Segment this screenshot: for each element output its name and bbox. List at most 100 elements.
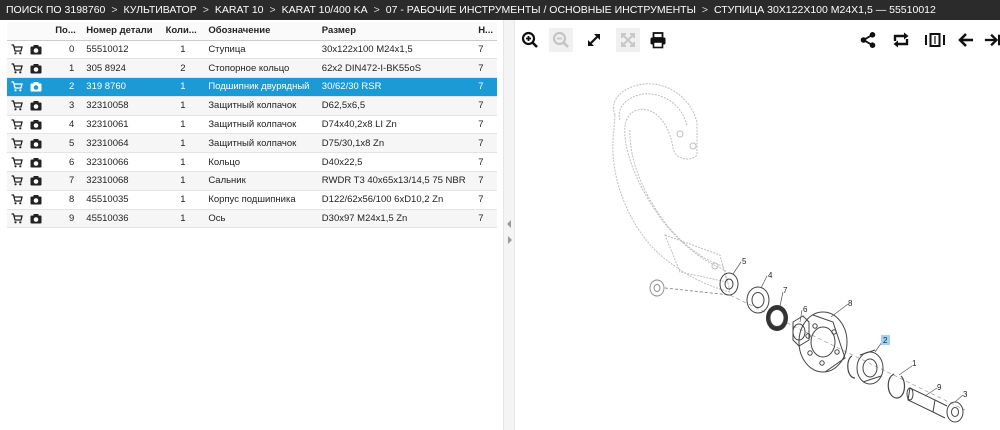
cell-part-number[interactable]: 45510036 <box>82 209 162 229</box>
callout-3[interactable]: 3 <box>963 390 968 399</box>
breadcrumb-item-model[interactable]: KARAT 10/400 KA <box>282 4 368 16</box>
camera-icon[interactable] <box>30 81 42 92</box>
cell-quantity[interactable]: 1 <box>161 171 205 191</box>
table-row[interactable]: 3 32310058 1 Защитный колпачок D62,5x6,5 7 <box>7 96 497 116</box>
callout-7[interactable]: 7 <box>783 286 788 295</box>
print-icon[interactable] <box>646 28 670 52</box>
cell-n[interactable]: 7 <box>474 133 497 154</box>
cell-n[interactable]: 7 <box>474 77 497 97</box>
collapse-left-icon[interactable] <box>507 220 511 228</box>
cell-part-number[interactable]: 55510012 <box>82 40 162 60</box>
cell-n[interactable]: 7 <box>474 209 497 229</box>
cell-size[interactable]: RWDR T3 40x65x13/14,5 75 NBR <box>317 171 475 191</box>
column-header-size[interactable]: Размер <box>317 22 475 41</box>
cell-part-number[interactable]: 319 8760 <box>82 77 162 97</box>
cell-size[interactable]: D40x22,5 <box>317 152 475 173</box>
cell-quantity[interactable]: 1 <box>161 209 205 229</box>
rotate-icon[interactable] <box>889 28 913 52</box>
table-row[interactable]: 8 45510035 1 Корпус подшипника D122/62x56/10… <box>7 190 497 210</box>
table-row[interactable]: 4 32310061 1 Защитный колпачок D74x40,2x8 LI… <box>7 115 497 135</box>
arrow-right-icon[interactable] <box>984 28 1000 52</box>
column-header-quantity[interactable]: Коли... <box>161 22 205 41</box>
share-icon[interactable] <box>856 28 880 52</box>
cell-n[interactable]: 7 <box>474 115 497 135</box>
cell-designation[interactable]: Ось <box>204 209 318 229</box>
camera-icon[interactable] <box>30 63 42 74</box>
camera-icon[interactable] <box>30 119 42 130</box>
cart-icon[interactable] <box>11 157 23 168</box>
cell-size[interactable]: 30/62/30 RSR <box>317 77 475 97</box>
callout-2[interactable]: 2 <box>883 336 888 345</box>
callout-5[interactable]: 5 <box>742 257 747 266</box>
cart-icon[interactable] <box>11 138 23 149</box>
cell-size[interactable]: 62x2 DIN472-I-BK55oS <box>317 58 475 79</box>
cell-size[interactable]: D74x40,2x8 LI Zn <box>317 115 475 135</box>
camera-icon[interactable] <box>30 175 42 186</box>
camera-icon[interactable] <box>30 157 42 168</box>
table-row[interactable]: 6 32310066 1 Кольцо D40x22,5 7 <box>7 152 497 173</box>
cart-icon[interactable] <box>11 213 23 224</box>
cell-quantity[interactable]: 2 <box>161 58 205 79</box>
column-header-position[interactable]: По... <box>51 22 83 41</box>
zoom-out-icon[interactable] <box>549 28 573 52</box>
cell-designation[interactable]: Защитный колпачок <box>204 133 318 154</box>
cart-icon[interactable] <box>11 100 23 111</box>
camera-icon[interactable] <box>30 100 42 111</box>
breadcrumb-item-cultivator[interactable]: КУЛЬТИВАТОР <box>124 4 197 16</box>
cell-part-number[interactable]: 305 8924 <box>82 58 162 79</box>
table-row[interactable]: 2 319 8760 1 Подшипник двурядный 30/62/30 RS… <box>7 77 497 97</box>
cart-icon[interactable] <box>11 81 23 92</box>
flip-icon[interactable] <box>923 28 947 52</box>
callout-8[interactable]: 8 <box>848 299 853 308</box>
cell-quantity[interactable]: 1 <box>161 133 205 154</box>
cell-position[interactable]: 8 <box>51 190 83 210</box>
camera-icon[interactable] <box>30 138 42 149</box>
camera-icon[interactable] <box>30 194 42 205</box>
cart-icon[interactable] <box>11 44 23 55</box>
collapse-right-icon[interactable] <box>508 236 512 244</box>
cell-position[interactable]: 6 <box>51 152 83 173</box>
cell-part-number[interactable]: 32310061 <box>82 115 162 135</box>
cell-n[interactable]: 7 <box>474 58 497 79</box>
callout-6[interactable]: 6 <box>803 305 808 314</box>
cell-part-number[interactable]: 32310064 <box>82 133 162 154</box>
table-row[interactable]: 9 45510036 1 Ось D30x97 M24x1,5 Zn 7 <box>7 209 497 229</box>
cart-icon[interactable] <box>11 175 23 186</box>
table-row[interactable]: 1 305 8924 2 Стопорное кольцо 62x2 DIN472-I-… <box>7 58 497 79</box>
cell-part-number[interactable]: 45510035 <box>82 190 162 210</box>
cell-position[interactable]: 2 <box>51 77 83 97</box>
cell-quantity[interactable]: 1 <box>161 96 205 116</box>
cell-quantity[interactable]: 1 <box>161 77 205 97</box>
cell-position[interactable]: 9 <box>51 209 83 229</box>
table-row[interactable]: 5 32310064 1 Защитный колпачок D75/30,1x8 Zn… <box>7 133 497 154</box>
cell-position[interactable]: 4 <box>51 115 83 135</box>
cell-part-number[interactable]: 32310058 <box>82 96 162 116</box>
panel-splitter[interactable] <box>503 20 515 430</box>
cell-designation[interactable]: Сальник <box>204 171 318 191</box>
cell-quantity[interactable]: 1 <box>161 115 205 135</box>
camera-icon[interactable] <box>30 213 42 224</box>
cell-size[interactable]: D122/62x56/100 6xD10,2 Zn <box>317 190 475 210</box>
breadcrumb-item-search[interactable]: ПОИСК ПО 3198760 <box>6 4 105 16</box>
cart-icon[interactable] <box>11 63 23 74</box>
cell-quantity[interactable]: 1 <box>161 190 205 210</box>
cell-position[interactable]: 3 <box>51 96 83 116</box>
arrow-left-icon[interactable] <box>954 28 978 52</box>
cell-size[interactable]: 30x122x100 M24x1,5 <box>317 40 475 60</box>
fit-icon[interactable] <box>616 28 640 52</box>
cell-designation[interactable]: Кольцо <box>204 152 318 173</box>
cart-icon[interactable] <box>11 119 23 130</box>
cell-n[interactable]: 7 <box>474 171 497 191</box>
cell-size[interactable]: D30x97 M24x1,5 Zn <box>317 209 475 229</box>
cell-quantity[interactable]: 1 <box>161 152 205 173</box>
cell-designation[interactable]: Защитный колпачок <box>204 115 318 135</box>
table-row[interactable]: 0 55510012 1 Ступица 30x122x100 M24x1,5 7 <box>7 40 497 60</box>
cell-quantity[interactable]: 1 <box>161 40 205 60</box>
cell-n[interactable]: 7 <box>474 96 497 116</box>
cell-position[interactable]: 5 <box>51 133 83 154</box>
cart-icon[interactable] <box>11 194 23 205</box>
camera-icon[interactable] <box>30 44 42 55</box>
cell-designation[interactable]: Ступица <box>204 40 318 60</box>
table-row[interactable]: 7 32310068 1 Сальник RWDR T3 40x65x13/14,5 7… <box>7 171 497 191</box>
column-header-n[interactable]: Н... <box>474 22 497 41</box>
